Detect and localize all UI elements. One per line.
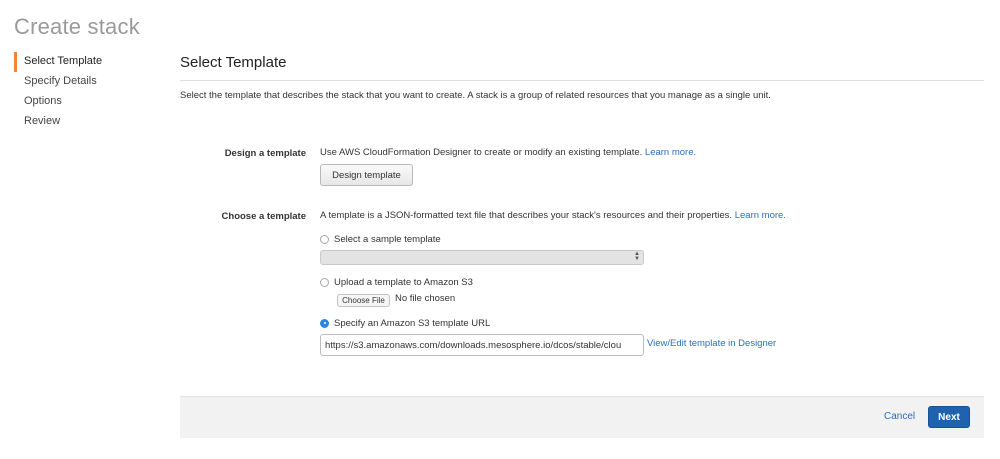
design-template-description: Use AWS CloudFormation Designer to creat… (320, 147, 696, 158)
upload-template-label: Upload a template to Amazon S3 (334, 276, 473, 288)
s3-template-url-input[interactable] (320, 334, 644, 356)
s3-url-radio[interactable] (320, 318, 329, 328)
s3-url-option[interactable]: Specify an Amazon S3 template URL (320, 316, 490, 330)
page-title: Create stack (14, 14, 140, 39)
section-title: Select Template (180, 54, 287, 71)
view-edit-designer-link[interactable]: View/Edit template in Designer (647, 338, 776, 349)
design-template-button[interactable]: Design template (320, 164, 413, 186)
wizard-step-review[interactable]: Review (14, 112, 154, 132)
wizard-step-options[interactable]: Options (14, 92, 154, 112)
s3-url-label: Specify an Amazon S3 template URL (334, 317, 491, 329)
footer-bar (180, 396, 984, 438)
sample-template-option[interactable]: Select a sample template (320, 232, 441, 246)
section-divider (180, 80, 984, 81)
design-template-text: Use AWS CloudFormation Designer to creat… (320, 147, 643, 158)
upload-template-option[interactable]: Upload a template to Amazon S3 (320, 275, 473, 289)
sample-template-label: Select a sample template (334, 233, 441, 245)
sample-template-radio[interactable] (320, 234, 329, 244)
next-button[interactable]: Next (928, 406, 970, 428)
choose-template-label: Choose a template (221, 211, 306, 222)
create-stack-page: Create stack Select Template Specify Det… (0, 0, 1000, 459)
design-template-label: Design a template (224, 148, 306, 159)
cancel-link[interactable]: Cancel (884, 411, 915, 422)
select-arrows-icon: ▲ ▼ (634, 251, 640, 262)
choose-template-text: A template is a JSON-formatted text file… (320, 210, 733, 221)
upload-template-radio[interactable] (320, 277, 329, 287)
choose-template-description: A template is a JSON-formatted text file… (320, 210, 786, 221)
file-status-text: No file chosen (395, 293, 456, 304)
sample-template-select[interactable]: ▲ ▼ (320, 250, 644, 265)
wizard-step-select-template[interactable]: Select Template (14, 52, 154, 72)
choose-learn-more-link[interactable]: Learn more. (735, 210, 786, 221)
wizard-steps-nav: Select Template Specify Details Options … (14, 52, 154, 132)
section-description: Select the template that describes the s… (180, 90, 771, 101)
wizard-step-specify-details[interactable]: Specify Details (14, 72, 154, 92)
choose-file-button[interactable]: Choose File (337, 294, 390, 307)
design-learn-more-link[interactable]: Learn more. (645, 147, 696, 158)
